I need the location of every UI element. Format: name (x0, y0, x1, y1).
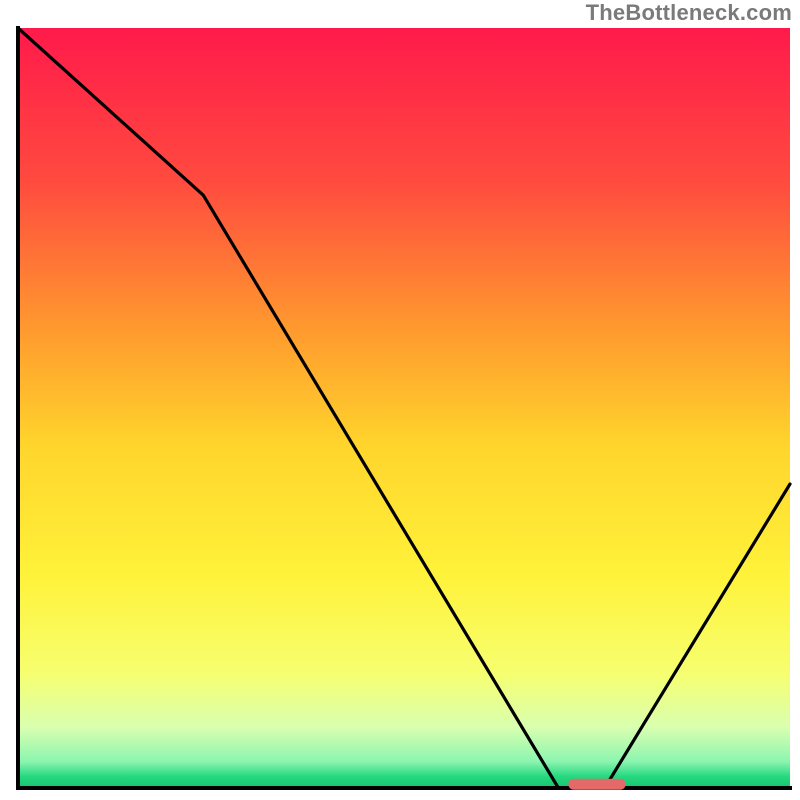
bottleneck-chart (0, 0, 800, 800)
watermark-text: TheBottleneck.com (586, 0, 792, 26)
chart-stage: TheBottleneck.com (0, 0, 800, 800)
